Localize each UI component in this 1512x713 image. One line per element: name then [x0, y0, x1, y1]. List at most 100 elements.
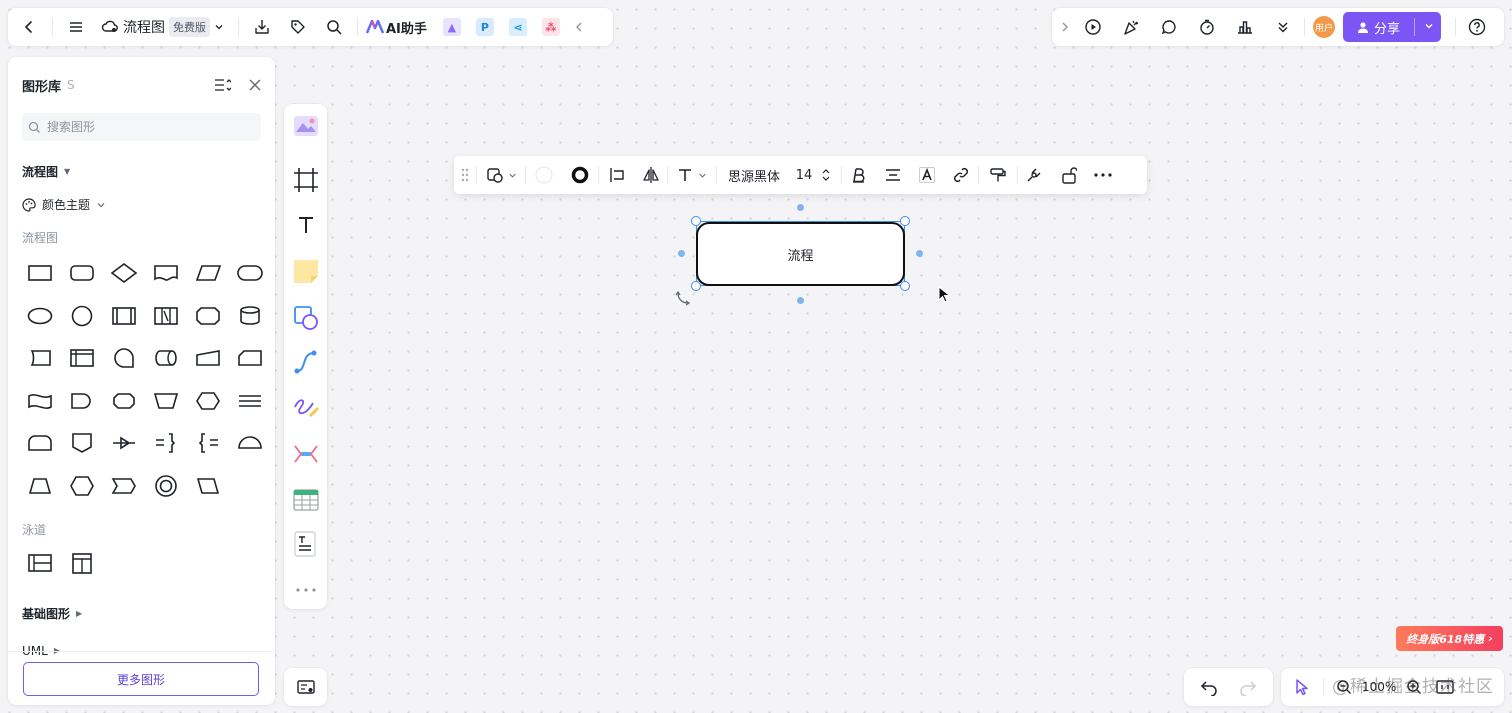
process-node[interactable]: 流程: [696, 222, 905, 286]
tape-shape[interactable]: [19, 380, 61, 423]
section-flowchart[interactable]: 流程图 ▼: [22, 163, 261, 180]
frame-tool[interactable]: [290, 164, 321, 195]
divider-lines-shape[interactable]: [229, 380, 271, 423]
step-shape[interactable]: [103, 465, 145, 508]
ellipse-shape[interactable]: [19, 295, 61, 338]
sticky-note-tool[interactable]: [290, 255, 321, 286]
chevron-down-icon[interactable]: [1424, 21, 1434, 31]
diagram-plugin-icon[interactable]: ⁂: [541, 18, 560, 36]
minimap-toggle[interactable]: [284, 668, 327, 706]
parallel-shape[interactable]: [145, 295, 187, 338]
menu-button[interactable]: [61, 12, 91, 42]
shape-search[interactable]: [22, 113, 261, 141]
section-basic-shapes[interactable]: 基础图形 ▶: [22, 605, 261, 622]
present-button[interactable]: [1074, 12, 1112, 42]
connection-style-button[interactable]: [1018, 156, 1050, 194]
comment-button[interactable]: [1150, 12, 1188, 42]
annotation-right-shape[interactable]: [145, 422, 187, 465]
image-plugin-icon[interactable]: ▲: [442, 18, 461, 36]
p-plugin-icon[interactable]: P: [475, 18, 494, 36]
close-icon[interactable]: [249, 79, 261, 91]
direct-data-shape[interactable]: [145, 337, 187, 380]
resize-handle-bottom-left[interactable]: [691, 281, 701, 291]
manual-operation-shape[interactable]: [187, 337, 229, 380]
more-shapes-button[interactable]: 更多图形: [23, 662, 259, 696]
avatar[interactable]: 用户: [1313, 16, 1335, 38]
document-title[interactable]: 流程图: [123, 17, 165, 37]
expand-icon[interactable]: [1056, 21, 1074, 33]
vote-button[interactable]: [1226, 12, 1264, 42]
search-input[interactable]: [47, 120, 247, 134]
off-page-connector-shape[interactable]: [61, 422, 103, 465]
parallelogram-shape[interactable]: [187, 465, 229, 508]
drag-handle[interactable]: [454, 156, 476, 194]
annotation-left-shape[interactable]: [187, 422, 229, 465]
arch-shape[interactable]: [19, 422, 61, 465]
sequential-data-shape[interactable]: [103, 337, 145, 380]
shape-tool[interactable]: [290, 302, 321, 333]
shape-type-dropdown[interactable]: [477, 156, 525, 194]
text-align-button[interactable]: [876, 156, 910, 194]
promo-banner[interactable]: 终身版618特惠 ›: [1396, 626, 1503, 651]
hexagon-shape[interactable]: [61, 465, 103, 508]
process-shape[interactable]: [19, 252, 61, 295]
more-options-button[interactable]: [1088, 156, 1118, 194]
document-tool[interactable]: [290, 528, 321, 559]
ai-logo-icon[interactable]: [366, 20, 384, 34]
document-shape[interactable]: [145, 252, 187, 295]
collapse-icon[interactable]: [574, 21, 584, 33]
trapezoid-shape[interactable]: [19, 465, 61, 508]
resize-handle-top-right[interactable]: [900, 216, 910, 226]
connection-point-right[interactable]: [916, 250, 923, 257]
internal-storage-shape[interactable]: [61, 337, 103, 380]
manual-input-shape[interactable]: [19, 337, 61, 380]
double-circle-shape[interactable]: [145, 465, 187, 508]
resize-handle-bottom-right[interactable]: [900, 281, 910, 291]
search-button[interactable]: [319, 12, 349, 42]
semicircle-shape[interactable]: [229, 422, 271, 465]
color-theme-selector[interactable]: 颜色主题: [22, 196, 261, 213]
back-button[interactable]: [14, 12, 44, 42]
predefined-process-shape[interactable]: [103, 295, 145, 338]
stepper-arrows-icon[interactable]: [822, 167, 830, 183]
bold-button[interactable]: [842, 156, 876, 194]
resize-handle-top-left[interactable]: [691, 216, 701, 226]
share-button[interactable]: 分享: [1343, 12, 1441, 42]
more-tools-button[interactable]: [1264, 12, 1302, 42]
mindmap-tool[interactable]: [290, 438, 321, 469]
preparation-shape[interactable]: [187, 380, 229, 423]
redo-icon[interactable]: [1239, 678, 1257, 696]
text-style-dropdown[interactable]: [668, 156, 716, 194]
font-size-stepper[interactable]: 14: [791, 156, 835, 194]
fill-color-button[interactable]: [526, 156, 562, 194]
octagon-shape[interactable]: [187, 295, 229, 338]
card-shape[interactable]: [229, 337, 271, 380]
pointer-select-icon[interactable]: [1293, 678, 1311, 696]
text-color-button[interactable]: [910, 156, 944, 194]
import-button[interactable]: [247, 12, 277, 42]
loop-limit-shape[interactable]: [145, 380, 187, 423]
or-shape[interactable]: [103, 422, 145, 465]
lock-button[interactable]: [1050, 156, 1088, 194]
process-node-label[interactable]: 流程: [787, 245, 813, 264]
table-tool[interactable]: [290, 484, 321, 515]
vertical-swimlane-shape[interactable]: [61, 542, 103, 585]
help-button[interactable]: [1462, 12, 1492, 42]
template-tool[interactable]: [290, 110, 321, 141]
connection-point-bottom[interactable]: [797, 297, 804, 304]
tag-button[interactable]: [283, 12, 313, 42]
decision-shape[interactable]: [103, 252, 145, 295]
sort-list-icon[interactable]: [213, 77, 231, 93]
connection-point-left[interactable]: [678, 250, 685, 257]
celebrate-button[interactable]: [1112, 12, 1150, 42]
terminator-shape[interactable]: [229, 252, 271, 295]
chevron-down-icon[interactable]: [214, 22, 224, 32]
connection-point-top[interactable]: [797, 204, 804, 211]
pen-tool[interactable]: [290, 391, 321, 422]
database-shape[interactable]: [229, 295, 271, 338]
font-family-select[interactable]: 思源黑体: [717, 156, 791, 194]
align-button[interactable]: [599, 156, 635, 194]
rotate-handle-icon[interactable]: [676, 290, 692, 306]
text-tool[interactable]: [290, 209, 321, 240]
format-painter-button[interactable]: [979, 156, 1017, 194]
